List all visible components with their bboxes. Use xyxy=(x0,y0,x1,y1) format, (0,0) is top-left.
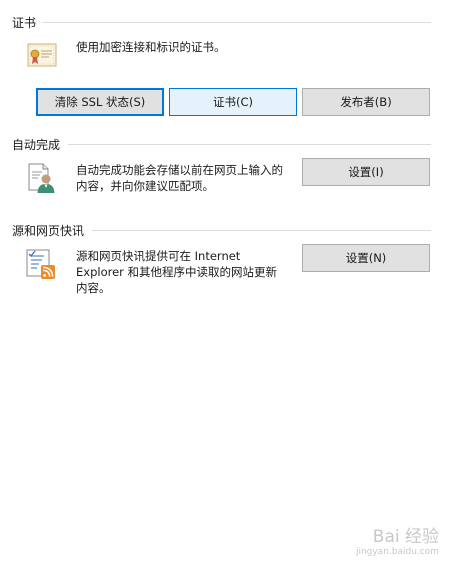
feeds-description-line-3: 内容。 xyxy=(76,281,111,295)
clear-ssl-state-button[interactable]: 清除 SSL 状态(S) xyxy=(36,88,164,116)
watermark-text: Bai 经验 xyxy=(372,527,439,547)
feeds-settings-button[interactable]: 设置(N) xyxy=(302,244,430,272)
autocomplete-user-icon xyxy=(28,163,55,193)
feeds-description-line-2: Explorer 和其他程序中读取的网站更新 xyxy=(76,265,278,279)
certificate-icon xyxy=(27,43,57,67)
certificates-group-title: 证书 xyxy=(12,14,37,31)
publishers-button[interactable]: 发布者(B) xyxy=(302,88,430,116)
certificates-button[interactable]: 证书(C) xyxy=(169,88,297,116)
autocomplete-description-line-1: 自动完成功能会存储以前在网页上输入的 xyxy=(76,163,283,177)
feeds-group-title: 源和网页快讯 xyxy=(12,222,85,239)
baidu-jingyan-watermark: Bai 经验 jingyan.baidu.com xyxy=(356,522,439,557)
certificates-group-divider xyxy=(42,22,431,23)
autocomplete-settings-button[interactable]: 设置(I) xyxy=(302,158,430,186)
feeds-description-line-1: 源和网页快讯提供可在 Internet xyxy=(76,249,241,263)
watermark-subtext: jingyan.baidu.com xyxy=(355,547,439,557)
autocomplete-description-line-2: 内容，并向你建议匹配项。 xyxy=(76,179,214,193)
autocomplete-group-title: 自动完成 xyxy=(12,136,61,153)
autocomplete-group-divider xyxy=(68,144,431,145)
rss-feed-icon xyxy=(26,249,55,279)
certificates-description: 使用加密连接和标识的证书。 xyxy=(76,40,226,54)
feeds-group-divider xyxy=(92,230,431,231)
